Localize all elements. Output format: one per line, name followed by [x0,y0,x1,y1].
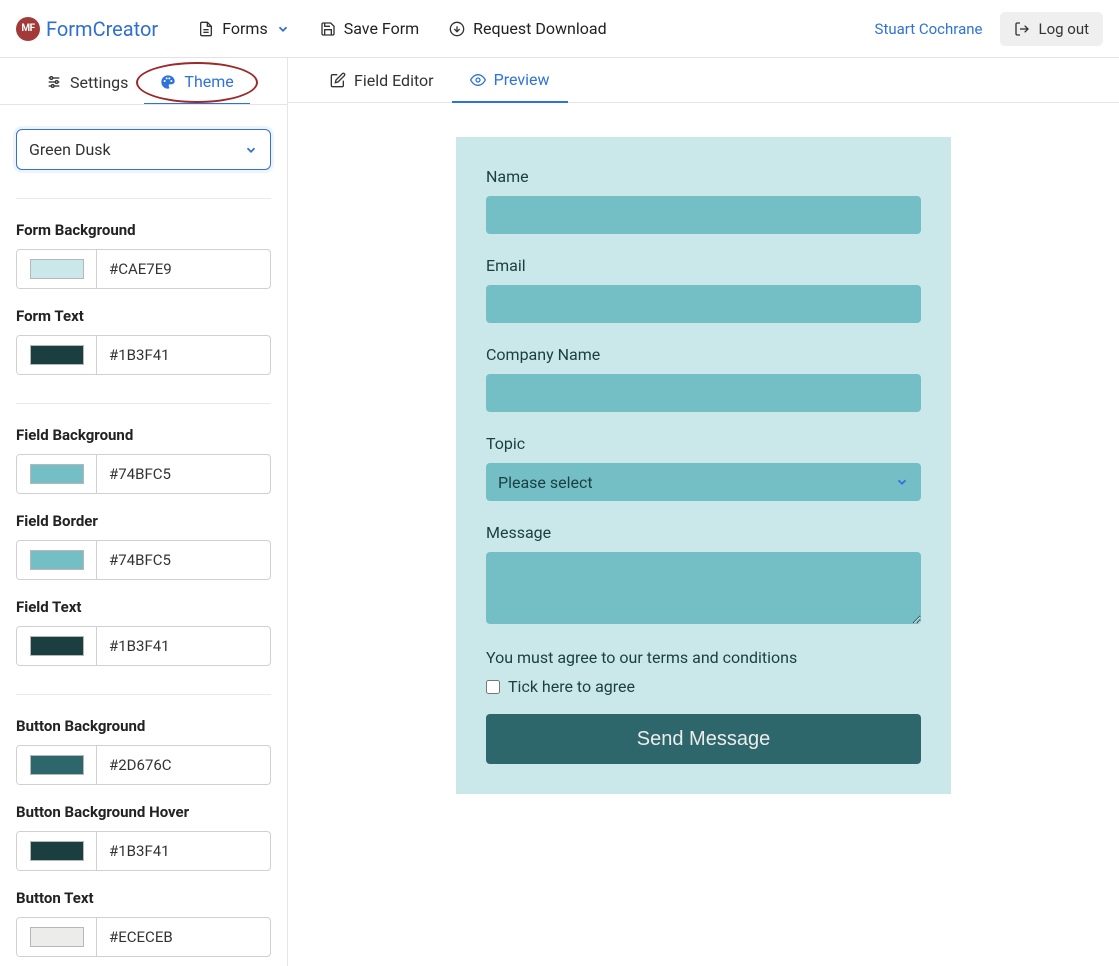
palette-icon [160,74,176,90]
input-name[interactable] [486,196,921,234]
chevron-down-icon [276,22,290,36]
tab-settings-label: Settings [70,73,128,92]
color-input-btn-text[interactable]: #ECECEB [16,917,271,957]
swatch-icon [30,550,84,570]
download-icon [449,21,465,37]
hex-value[interactable]: #2D676C [97,746,270,784]
swatch-icon [30,636,84,656]
swatch-icon [30,927,84,947]
prop-label: Button Text [16,889,271,907]
logout-icon [1014,21,1030,37]
label-company: Company Name [486,345,921,364]
swatch-icon [30,259,84,279]
select-topic[interactable]: Please select [486,463,921,501]
save-form-button[interactable]: Save Form [320,19,419,38]
main-tabs: Field Editor Preview [288,58,1119,103]
agree-label: Tick here to agree [508,677,635,696]
color-input-form-text[interactable]: #1B3F41 [16,335,271,375]
theme-select-value: Green Dusk [29,140,111,159]
label-name: Name [486,167,921,186]
logout-button[interactable]: Log out [1000,12,1103,46]
tab-settings[interactable]: Settings [30,58,144,104]
divider [16,403,271,404]
label-email: Email [486,256,921,275]
color-input-field-text[interactable]: #1B3F41 [16,626,271,666]
tab-field-editor[interactable]: Field Editor [312,58,452,102]
request-download-button[interactable]: Request Download [449,19,606,38]
hex-value[interactable]: #ECECEB [97,918,270,956]
tab-theme[interactable]: Theme [144,58,249,104]
divider [16,198,271,199]
logout-label: Log out [1038,20,1089,38]
file-icon [198,21,214,37]
topbar-actions: Forms Save Form Request Download [198,19,606,38]
forms-label: Forms [222,19,268,38]
terms-text: You must agree to our terms and conditio… [486,648,921,667]
swatch-icon [30,841,84,861]
logo[interactable]: MF FormCreator [16,17,158,41]
color-group-field: Field Background #74BFC5 Field Border #7… [16,426,271,666]
hex-value[interactable]: #74BFC5 [97,541,270,579]
logo-text: FormCreator [46,17,158,41]
download-label: Request Download [473,19,606,38]
preview-stage: Name Email Company Name Topic Please sel… [288,103,1119,966]
topbar: MF FormCreator Forms Save Form Request D… [0,0,1119,58]
swatch-icon [30,755,84,775]
eye-icon [470,72,486,88]
sidebar: Settings Theme Green Dusk Form Backgroun… [0,58,288,966]
forms-menu[interactable]: Forms [198,19,290,38]
select-topic-value: Please select [498,473,593,492]
hex-value[interactable]: #74BFC5 [97,455,270,493]
agree-checkbox-row[interactable]: Tick here to agree [486,677,921,696]
user-link[interactable]: Stuart Cochrane [875,20,983,38]
tab-preview-label: Preview [494,70,550,89]
color-input-btn-bg[interactable]: #2D676C [16,745,271,785]
color-input-field-border[interactable]: #74BFC5 [16,540,271,580]
edit-icon [330,72,346,88]
prop-label: Field Text [16,598,271,616]
logo-badge-icon: MF [16,17,40,41]
chevron-down-icon [895,475,909,489]
save-label: Save Form [344,19,419,38]
label-topic: Topic [486,434,921,453]
swatch-icon [30,345,84,365]
form-preview: Name Email Company Name Topic Please sel… [456,137,951,794]
main-panel: Field Editor Preview Name Email Company … [288,58,1119,966]
hex-value[interactable]: #CAE7E9 [97,250,270,288]
topbar-right: Stuart Cochrane Log out [875,12,1103,46]
color-group-button: Button Background #2D676C Button Backgro… [16,717,271,957]
input-company[interactable] [486,374,921,412]
save-icon [320,21,336,37]
hex-value[interactable]: #1B3F41 [97,336,270,374]
hex-value[interactable]: #1B3F41 [97,627,270,665]
color-input-field-bg[interactable]: #74BFC5 [16,454,271,494]
agree-checkbox[interactable] [486,680,500,694]
tab-field-editor-label: Field Editor [354,71,434,90]
prop-label: Field Border [16,512,271,530]
submit-button[interactable]: Send Message [486,714,921,764]
prop-label: Form Background [16,221,271,239]
input-email[interactable] [486,285,921,323]
color-input-form-bg[interactable]: #CAE7E9 [16,249,271,289]
color-group-form: Form Background #CAE7E9 Form Text #1B3F4… [16,221,271,375]
chevron-down-icon [244,143,258,157]
swatch-icon [30,464,84,484]
prop-label: Button Background Hover [16,803,271,821]
tab-theme-label: Theme [184,72,233,91]
sliders-icon [46,74,62,90]
textarea-message[interactable] [486,552,921,624]
prop-label: Form Text [16,307,271,325]
prop-label: Button Background [16,717,271,735]
hex-value[interactable]: #1B3F41 [97,832,270,870]
color-input-btn-hover[interactable]: #1B3F41 [16,831,271,871]
prop-label: Field Background [16,426,271,444]
theme-select[interactable]: Green Dusk [16,129,271,170]
tab-preview[interactable]: Preview [452,58,568,103]
divider [16,694,271,695]
label-message: Message [486,523,921,542]
sidebar-tabs: Settings Theme [0,58,287,105]
